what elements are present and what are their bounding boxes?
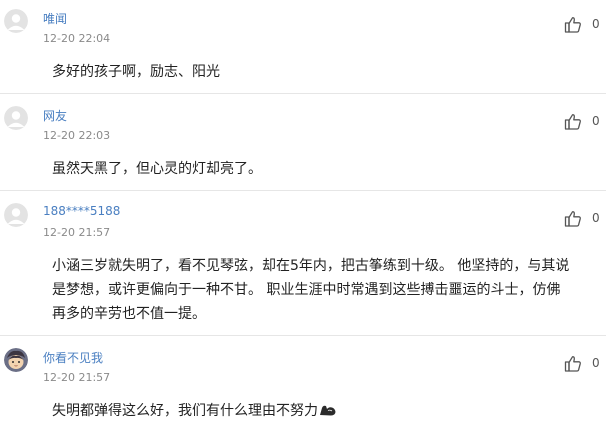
username[interactable]: 唯闻 — [43, 10, 67, 27]
flexed-biceps-icon — [319, 399, 337, 427]
timestamp: 12-20 22:03 — [43, 129, 111, 142]
comment-text: 虽然天黑了，但心灵的灯却亮了。 — [52, 161, 262, 177]
like-count: 0 — [592, 211, 600, 225]
divider — [0, 190, 606, 191]
timestamp: 12-20 21:57 — [43, 226, 111, 239]
like-count: 0 — [592, 114, 600, 128]
default-avatar-icon[interactable] — [4, 9, 28, 33]
username[interactable]: 你看不见我 — [43, 349, 103, 366]
timestamp: 12-20 22:04 — [43, 32, 111, 45]
username[interactable]: 网友 — [43, 107, 67, 124]
comment-text: 多好的孩子啊，励志、阳光 — [52, 64, 220, 80]
like-count: 0 — [592, 356, 600, 370]
cartoon-avatar-icon[interactable] — [4, 348, 28, 372]
divider — [0, 93, 606, 94]
thumbs-up-icon[interactable] — [563, 15, 583, 35]
thumbs-up-icon[interactable] — [563, 209, 583, 229]
thumbs-up-icon[interactable] — [563, 354, 583, 374]
divider — [0, 335, 606, 336]
comment-text: 失明都弹得这么好，我们有什么理由不努力 — [52, 397, 337, 427]
timestamp: 12-20 21:57 — [43, 371, 111, 384]
thumbs-up-icon[interactable] — [563, 112, 583, 132]
default-avatar-icon[interactable] — [4, 203, 28, 227]
like-count: 0 — [592, 17, 600, 31]
comment-text-body: 失明都弹得这么好，我们有什么理由不努力 — [52, 403, 318, 419]
comment-text-line: 再多的辛劳也不值一提。 — [52, 306, 206, 322]
username[interactable]: 188****5188 — [43, 204, 120, 218]
default-avatar-icon[interactable] — [4, 106, 28, 130]
